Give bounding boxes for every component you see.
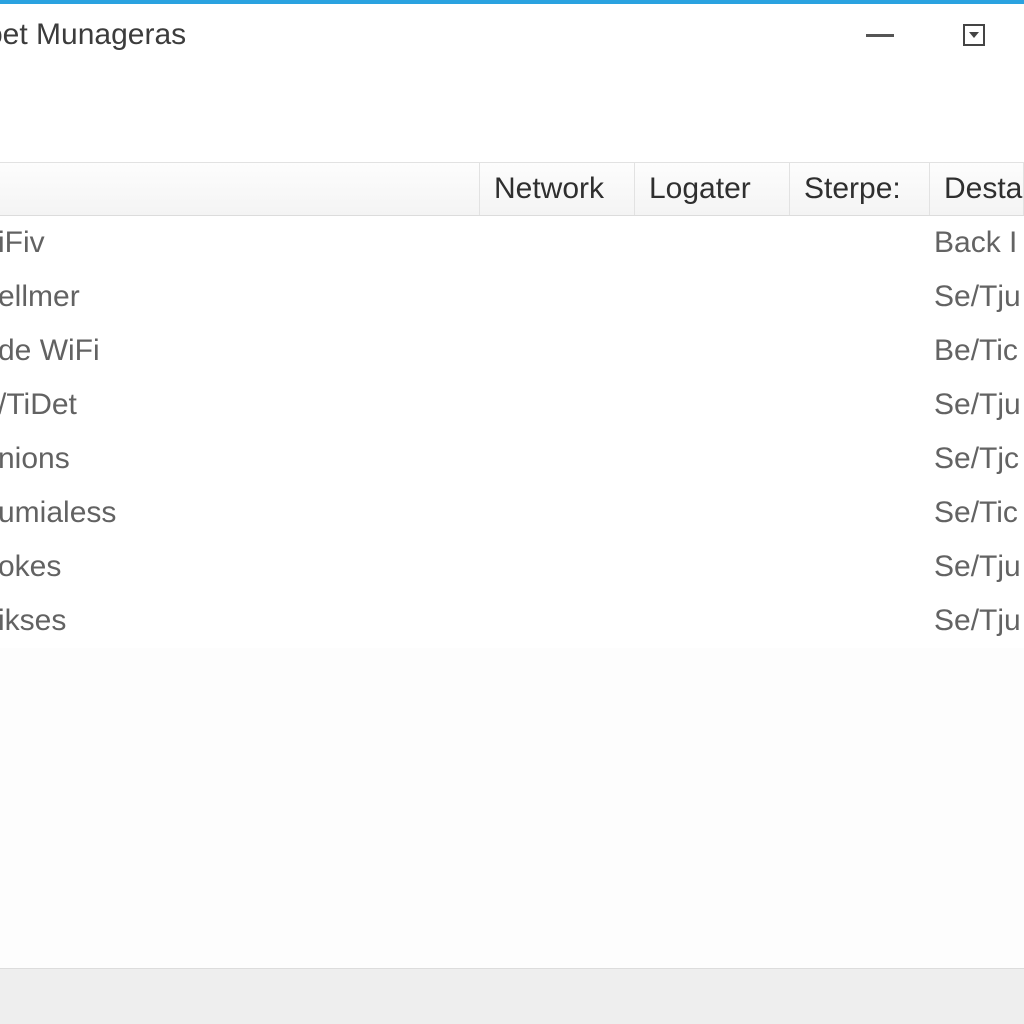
- table-row[interactable]: iFiv Back I: [0, 216, 1024, 270]
- minimize-button[interactable]: [858, 13, 902, 57]
- cell-detail: Se/Tju: [930, 604, 1024, 638]
- cell-name: ikses: [0, 604, 480, 638]
- window-menu-button[interactable]: [952, 13, 996, 57]
- cell-name: iFiv: [0, 226, 480, 260]
- cell-detail: Se/Tju: [930, 550, 1024, 584]
- table-row[interactable]: ikses Se/Tju: [0, 594, 1024, 648]
- cell-detail: Back I: [930, 226, 1024, 260]
- cell-detail: Se/Tju: [930, 280, 1024, 314]
- cell-name: nions: [0, 442, 480, 476]
- cell-detail: Se/Tju: [930, 388, 1024, 422]
- cell-name: ellmer: [0, 280, 480, 314]
- table-row[interactable]: okes Se/Tju: [0, 540, 1024, 594]
- status-bar: [0, 968, 1024, 1024]
- table-row[interactable]: /TiDet Se/Tju: [0, 378, 1024, 432]
- column-headers: Network Logater Sterpe: Destal: [0, 162, 1024, 216]
- cell-name: umialess: [0, 496, 480, 530]
- cell-name: de WiFi: [0, 334, 480, 368]
- column-header-sterpe[interactable]: Sterpe:: [790, 163, 930, 215]
- column-header-logater[interactable]: Logater: [635, 163, 790, 215]
- window-title: oet Munageras: [0, 18, 186, 52]
- cell-detail: Se/Tic: [930, 496, 1024, 530]
- window-controls: [858, 13, 996, 57]
- cell-name: /TiDet: [0, 388, 480, 422]
- column-header-destal[interactable]: Destal: [930, 163, 1024, 215]
- table-row[interactable]: de WiFi Be/Tic: [0, 324, 1024, 378]
- chevron-down-icon: [969, 32, 979, 38]
- dropdown-box-icon: [963, 24, 985, 46]
- table-row[interactable]: nions Se/Tjc: [0, 432, 1024, 486]
- titlebar[interactable]: oet Munageras: [0, 4, 1024, 66]
- column-header-network[interactable]: Network: [480, 163, 635, 215]
- toolbar-spacer: [0, 66, 1024, 162]
- table-body: iFiv Back I ellmer Se/Tju de WiFi Be/Tic…: [0, 216, 1024, 648]
- table-row[interactable]: umialess Se/Tic: [0, 486, 1024, 540]
- minimize-icon: [866, 34, 894, 37]
- cell-detail: Se/Tjc: [930, 442, 1024, 476]
- cell-detail: Be/Tic: [930, 334, 1024, 368]
- table-row[interactable]: ellmer Se/Tju: [0, 270, 1024, 324]
- cell-name: okes: [0, 550, 480, 584]
- column-header-name[interactable]: [0, 163, 480, 215]
- app-window: oet Munageras Network Logater Sterpe: De…: [0, 0, 1024, 1024]
